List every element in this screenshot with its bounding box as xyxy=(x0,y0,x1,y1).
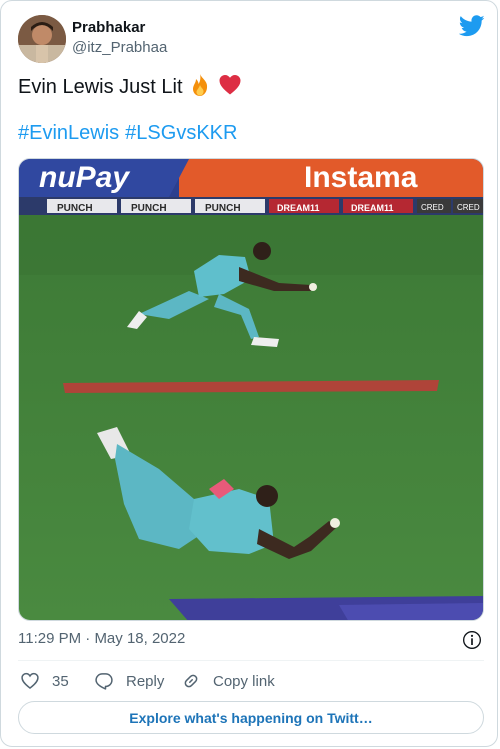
reply-bubble-icon xyxy=(95,673,113,690)
ad-cred-1: CRED xyxy=(421,203,444,212)
reply-button[interactable]: Reply xyxy=(94,669,164,693)
ad-cred-2: CRED xyxy=(457,203,480,212)
hashtag-link-1[interactable]: #EvinLewis xyxy=(18,122,119,144)
banner-right-text: Instama xyxy=(304,161,418,194)
tweet-time: 11:29 PM xyxy=(18,630,82,647)
author-avatar[interactable] xyxy=(18,15,66,63)
ad-dream11-2: DREAM11 xyxy=(351,203,394,213)
hashtags: #EvinLewis #LSGvsKKR xyxy=(18,122,243,145)
copy-link-button[interactable]: Copy link xyxy=(181,669,275,693)
divider xyxy=(18,660,484,661)
banner-left-text: nuPay xyxy=(39,161,130,194)
heart-icon xyxy=(21,672,39,690)
fire-emoji-icon xyxy=(193,74,208,96)
ad-punch-2: PUNCH xyxy=(131,203,167,214)
tweet-media-image[interactable]: nuPay Instama PUNCH PUNCH PUNCH DREAM11 … xyxy=(18,158,484,621)
info-icon[interactable] xyxy=(462,630,482,650)
author-name[interactable]: Prabhakar xyxy=(72,19,145,36)
author-handle[interactable]: @itz_Prabhaa xyxy=(72,39,167,56)
cricket-catch-photo: nuPay Instama PUNCH PUNCH PUNCH DREAM11 … xyxy=(19,159,483,620)
tweet-date: May 18, 2022 xyxy=(94,630,186,647)
like-button[interactable]: 35 xyxy=(20,669,69,693)
timestamp-separator: · xyxy=(81,630,95,647)
hashtag-link-2[interactable]: #LSGvsKKR xyxy=(125,122,237,144)
copy-link-label: Copy link xyxy=(213,672,275,690)
reply-label: Reply xyxy=(126,672,165,690)
tweet-text-content: Evin Lewis Just Lit xyxy=(18,76,183,98)
tweet-timestamp[interactable]: 11:29 PM · May 18, 2022 xyxy=(18,630,185,647)
ad-punch-1: PUNCH xyxy=(57,203,93,214)
tweet-text: Evin Lewis Just Lit xyxy=(18,73,242,100)
tweet-card: Prabhakar @itz_Prabhaa Evin Lewis Just L… xyxy=(0,0,498,747)
ad-punch-3: PUNCH xyxy=(205,203,241,214)
twitter-bird-icon[interactable] xyxy=(459,15,485,37)
ad-dream11-1: DREAM11 xyxy=(277,203,320,213)
like-count: 35 xyxy=(52,672,69,690)
explore-button[interactable]: Explore what's happening on Twitt… xyxy=(18,701,484,734)
link-icon xyxy=(184,674,198,688)
red-heart-emoji-icon xyxy=(219,75,241,95)
